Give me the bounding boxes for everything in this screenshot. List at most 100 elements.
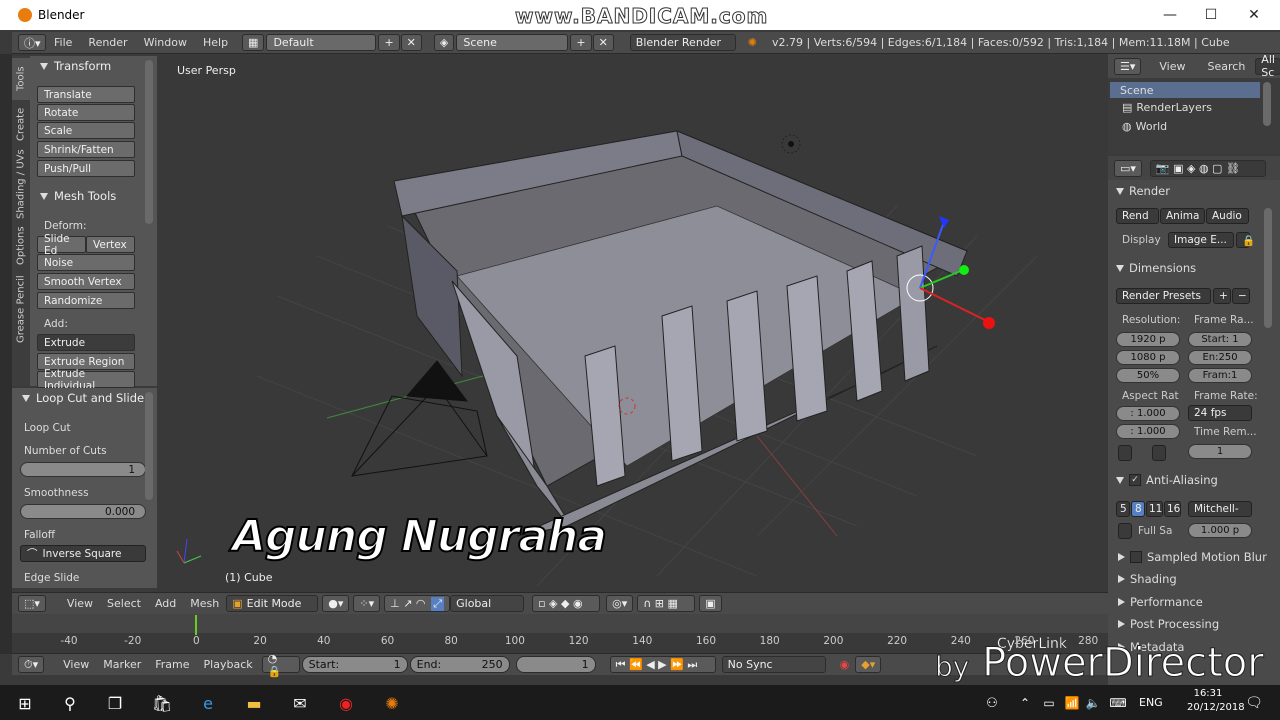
input-language[interactable]: ENG: [1139, 696, 1163, 709]
start-frame-field[interactable]: Start: 1: [301, 656, 408, 673]
display-select[interactable]: Image E...: [1168, 232, 1234, 248]
tab-grease-pencil[interactable]: Grease Pencil: [12, 272, 30, 346]
properties-scrollbar[interactable]: [1264, 208, 1272, 328]
anti-aliasing-checkbox[interactable]: ✓: [1129, 474, 1141, 486]
rotate-button[interactable]: Rotate: [37, 104, 135, 121]
end-frame-field[interactable]: End: 250: [409, 656, 510, 673]
post-processing-panel-header[interactable]: Post Processing: [1112, 615, 1219, 633]
windows-start-icon[interactable]: ⊞: [13, 691, 37, 715]
editor-type-properties-icon[interactable]: ▭▾: [1114, 159, 1142, 177]
editor-type-info-icon[interactable]: ⓘ▾: [18, 34, 46, 51]
pivot-select-icon[interactable]: ⁘▾: [353, 595, 381, 612]
aa-samples-8[interactable]: 8: [1131, 501, 1145, 517]
marker-menu[interactable]: Marker: [96, 658, 148, 671]
notifications-icon[interactable]: 🗨: [1242, 691, 1266, 715]
anti-aliasing-panel-header[interactable]: ✓ Anti-Aliasing: [1112, 471, 1218, 489]
redo-scrollbar[interactable]: [145, 392, 153, 500]
maximize-button[interactable]: ☐: [1189, 0, 1233, 30]
people-icon[interactable]: ⚇: [980, 691, 1004, 715]
editor-type-outliner-icon[interactable]: ☰▾: [1114, 57, 1142, 75]
tab-shading-uvs[interactable]: Shading / UVs: [12, 148, 30, 220]
extrude-individual-button[interactable]: Extrude Individual: [37, 368, 135, 392]
aspect-y-field[interactable]: : 1.000: [1116, 424, 1180, 439]
snap-buttons[interactable]: ∩ ⊞ ▦: [637, 595, 696, 612]
frame-start-field[interactable]: Start: 1: [1188, 332, 1252, 347]
dimensions-panel-header[interactable]: Dimensions: [1112, 259, 1196, 277]
screen-layout-icon[interactable]: ▦: [242, 34, 265, 51]
aa-samples-11[interactable]: 11: [1146, 501, 1163, 517]
scale-button[interactable]: Scale: [37, 122, 135, 139]
shading-panel-header[interactable]: Shading: [1112, 570, 1177, 588]
timeline-view-menu[interactable]: View: [56, 658, 96, 671]
manipulator-toggles[interactable]: ⊥ ↗ ◠ ⤢: [384, 595, 451, 612]
orientation-select[interactable]: Global: [450, 595, 525, 612]
smoothness-field[interactable]: 0.000: [20, 504, 146, 519]
tab-options[interactable]: Options: [12, 222, 30, 270]
translate-button[interactable]: Translate: [37, 86, 135, 103]
menu-window[interactable]: Window: [136, 36, 195, 49]
add-menu[interactable]: Add: [148, 597, 183, 610]
remove-scene-icon[interactable]: ✕: [592, 34, 614, 51]
x-manipulator-handle[interactable]: [919, 287, 988, 322]
shrink-fatten-button[interactable]: Shrink/Fatten: [37, 141, 135, 158]
view-menu[interactable]: View: [60, 597, 100, 610]
time-remap-field[interactable]: 1: [1188, 444, 1252, 459]
lock-icon[interactable]: 🔒: [1236, 232, 1255, 248]
render-preview-icon[interactable]: ▣: [699, 595, 722, 612]
3d-viewport[interactable]: User Persp (1) Cube Agung Nugraha: [157, 56, 1108, 591]
smooth-vertex-button[interactable]: Smooth Vertex: [37, 273, 135, 290]
mail-icon[interactable]: ✉: [288, 691, 312, 715]
slide-vertex-button[interactable]: Vertex: [86, 236, 135, 253]
select-menu[interactable]: Select: [100, 597, 148, 610]
remove-layout-icon[interactable]: ✕: [400, 34, 422, 51]
sync-select[interactable]: No Sync: [721, 656, 826, 673]
aspect-x-field[interactable]: : 1.000: [1116, 406, 1180, 421]
playback-menu[interactable]: Playback: [197, 658, 260, 671]
search-icon[interactable]: ⚲: [58, 691, 82, 715]
noise-button[interactable]: Noise: [37, 254, 135, 271]
render-presets-select[interactable]: Render Presets: [1116, 288, 1211, 304]
menu-render[interactable]: Render: [80, 36, 135, 49]
outliner-scrollbar[interactable]: [1263, 82, 1271, 126]
close-button[interactable]: ✕: [1232, 0, 1276, 30]
keying-icon[interactable]: ◆▾: [855, 656, 882, 673]
outliner-view-menu[interactable]: View: [1159, 60, 1185, 73]
show-hidden-icons-icon[interactable]: ⌃: [1013, 691, 1037, 715]
frame-end-field[interactable]: En:250: [1188, 350, 1252, 365]
playhead-marker[interactable]: [195, 615, 198, 635]
aa-samples-16[interactable]: 16: [1164, 501, 1181, 517]
properties-context-tabs[interactable]: 📷 ▣ ◈ ◍ ▢ ⛓: [1149, 159, 1266, 177]
layout-field[interactable]: Default: [266, 34, 377, 51]
aa-filter-select[interactable]: Mitchell-: [1188, 501, 1252, 517]
outliner-item-renderlayers[interactable]: ▤ RenderLayers: [1122, 101, 1212, 114]
randomize-button[interactable]: Randomize: [37, 292, 135, 309]
volume-icon[interactable]: 🔈: [1081, 691, 1105, 715]
blender-taskbar-icon[interactable]: ✺: [380, 691, 404, 715]
edge-icon[interactable]: e: [196, 691, 220, 715]
falloff-select[interactable]: ⌒ Inverse Square: [20, 545, 146, 562]
push-pull-button[interactable]: Push/Pull: [37, 160, 135, 177]
border-checkbox[interactable]: [1118, 445, 1132, 461]
outliner-item-world[interactable]: ◍ World: [1122, 120, 1167, 133]
bandicam-taskbar-icon[interactable]: ◉: [334, 691, 358, 715]
extrude-select[interactable]: Extrude: [37, 334, 135, 351]
add-scene-icon[interactable]: +: [570, 34, 592, 51]
outliner-item-scene[interactable]: Scene: [1110, 82, 1260, 98]
frame-step-field[interactable]: Fram:1: [1188, 368, 1252, 383]
tool-shelf-scrollbar[interactable]: [145, 60, 153, 224]
menu-help[interactable]: Help: [195, 36, 236, 49]
remove-preset-icon[interactable]: −: [1232, 288, 1250, 304]
proportional-edit-icon[interactable]: ◎▾: [606, 595, 634, 612]
crop-checkbox[interactable]: [1152, 445, 1166, 461]
slide-edge-button[interactable]: Slide Ed: [37, 233, 86, 257]
scene-icon[interactable]: ◈: [433, 34, 455, 51]
system-clock[interactable]: 16:31 20/12/2018: [1187, 687, 1245, 715]
editor-type-timeline-icon[interactable]: ⏱▾: [18, 656, 45, 673]
audio-button[interactable]: Audio: [1206, 208, 1249, 224]
menu-file[interactable]: File: [46, 36, 80, 49]
filter-size-field[interactable]: 1.000 p: [1188, 523, 1252, 538]
render-panel-header[interactable]: Render: [1112, 182, 1170, 200]
render-button[interactable]: Rend: [1116, 208, 1159, 224]
render-engine-select[interactable]: Blender Render: [629, 34, 736, 51]
number-of-cuts-field[interactable]: 1: [20, 462, 146, 477]
